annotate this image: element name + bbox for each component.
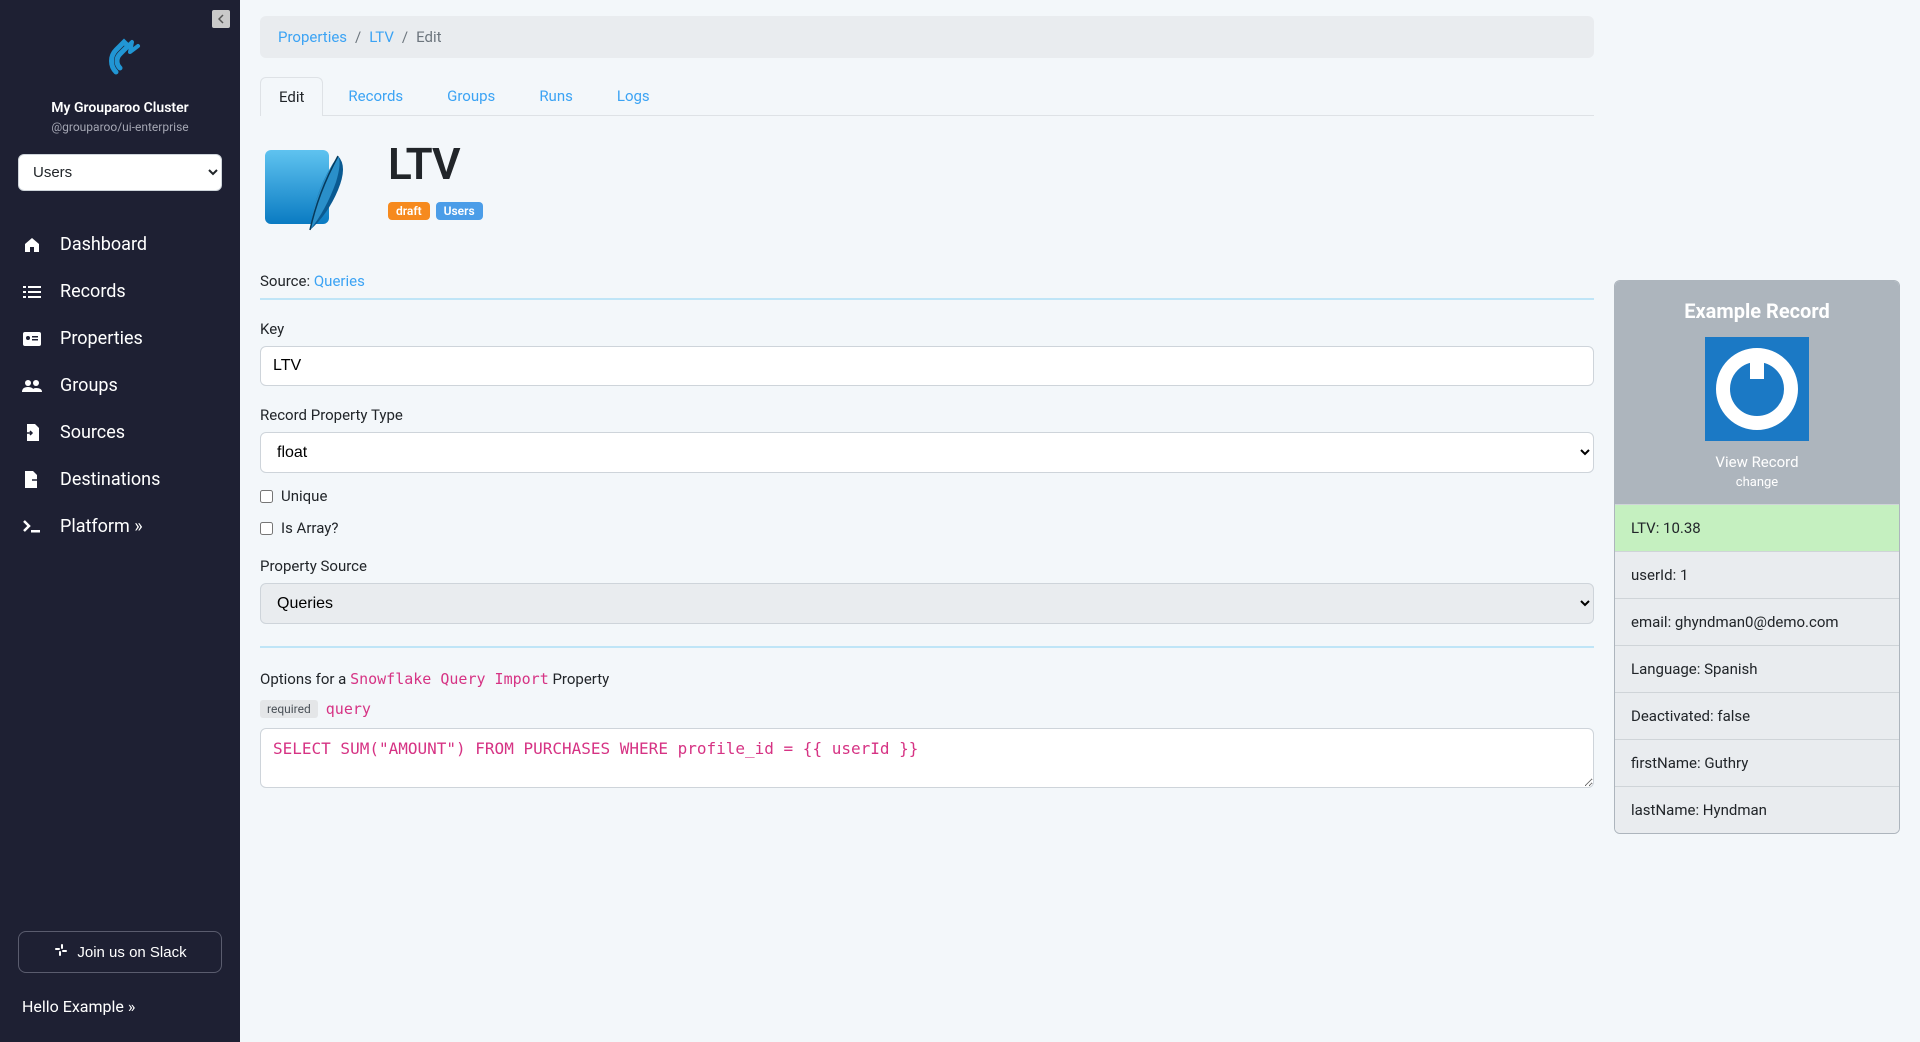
propsource-select[interactable]: Queries: [260, 583, 1594, 624]
cluster-subtitle: @grouparoo/ui-enterprise: [0, 120, 240, 134]
hello-user-link[interactable]: Hello Example »: [0, 973, 240, 1030]
page-title: LTV: [388, 138, 483, 190]
sidebar-item-properties[interactable]: Properties: [0, 315, 240, 362]
id-card-icon: [22, 332, 42, 346]
draft-badge: draft: [388, 202, 430, 220]
required-badge: required: [260, 700, 318, 718]
chevron-left-icon: [218, 14, 224, 24]
view-record-link[interactable]: View Record: [1625, 453, 1889, 471]
users-badge: Users: [436, 202, 483, 220]
list-icon: [22, 285, 42, 299]
breadcrumb-current: Edit: [416, 28, 441, 46]
tab-runs[interactable]: Runs: [520, 76, 592, 115]
isarray-label: Is Array?: [281, 519, 338, 537]
type-label: Record Property Type: [260, 406, 1594, 424]
sidebar-nav: Dashboard Records Properties Groups Sour…: [0, 221, 240, 550]
tab-groups[interactable]: Groups: [428, 76, 514, 115]
sidebar-item-label: Groups: [60, 375, 118, 396]
breadcrumb-ltv[interactable]: LTV: [369, 28, 394, 46]
breadcrumb: Properties / LTV / Edit: [260, 16, 1594, 58]
example-record-title: Example Record: [1625, 299, 1889, 323]
record-row: LTV: 10.38: [1615, 504, 1899, 551]
sidebar-collapse-button[interactable]: [212, 10, 230, 28]
sidebar-item-sources[interactable]: Sources: [0, 409, 240, 456]
terminal-icon: [22, 520, 42, 534]
options-prefix: Options for a: [260, 670, 350, 688]
record-row: lastName: Hyndman: [1615, 786, 1899, 833]
avatar: [1705, 337, 1809, 441]
change-record-link[interactable]: change: [1625, 475, 1889, 490]
source-link[interactable]: Queries: [314, 272, 365, 290]
grouparoo-logo-icon: [96, 32, 144, 80]
isarray-checkbox[interactable]: [260, 522, 273, 535]
divider: [260, 646, 1594, 648]
sidebar: My Grouparoo Cluster @grouparoo/ui-enter…: [0, 0, 240, 1042]
breadcrumb-separator: /: [355, 28, 361, 46]
sidebar-item-platform[interactable]: Platform »: [0, 503, 240, 550]
tabs: Edit Records Groups Runs Logs: [260, 76, 1594, 116]
snowflake-feather-icon: [260, 138, 360, 238]
record-row: email: ghyndman0@demo.com: [1615, 598, 1899, 645]
users-icon: [22, 379, 42, 393]
gravatar-icon: [1705, 337, 1809, 441]
sidebar-item-label: Dashboard: [60, 234, 147, 255]
type-select[interactable]: float: [260, 432, 1594, 473]
sidebar-item-destinations[interactable]: Destinations: [0, 456, 240, 503]
key-input[interactable]: [260, 346, 1594, 386]
unique-checkbox[interactable]: [260, 490, 273, 503]
file-export-icon: [22, 471, 42, 489]
slack-button-label: Join us on Slack: [77, 944, 186, 961]
tab-logs[interactable]: Logs: [598, 76, 669, 115]
record-row: userId: 1: [1615, 551, 1899, 598]
unique-label: Unique: [281, 487, 327, 505]
divider: [260, 298, 1594, 300]
logo: [0, 12, 240, 94]
cluster-name: My Grouparoo Cluster: [0, 100, 240, 116]
key-label: Key: [260, 320, 1594, 338]
sidebar-item-label: Properties: [60, 328, 143, 349]
options-code: Snowflake Query Import: [350, 670, 549, 688]
sidebar-item-groups[interactable]: Groups: [0, 362, 240, 409]
example-record-panel: Example Record View Record change LTV: 1…: [1614, 280, 1900, 1022]
sidebar-item-records[interactable]: Records: [0, 268, 240, 315]
sidebar-item-dashboard[interactable]: Dashboard: [0, 221, 240, 268]
sidebar-item-label: Sources: [60, 422, 125, 443]
tab-records[interactable]: Records: [329, 76, 422, 115]
breadcrumb-properties[interactable]: Properties: [278, 28, 347, 46]
tab-edit[interactable]: Edit: [260, 77, 323, 116]
model-select[interactable]: Users: [18, 154, 222, 191]
sidebar-item-label: Records: [60, 281, 126, 302]
file-import-icon: [22, 424, 42, 442]
sidebar-item-label: Destinations: [60, 469, 160, 490]
options-heading: Options for a Snowflake Query Import Pro…: [260, 670, 1594, 688]
source-label: Source:: [260, 272, 310, 290]
sidebar-item-label: Platform »: [60, 516, 143, 537]
query-textarea[interactable]: [260, 728, 1594, 788]
join-slack-button[interactable]: Join us on Slack: [18, 931, 222, 973]
home-icon: [22, 237, 42, 253]
record-row: Deactivated: false: [1615, 692, 1899, 739]
propsource-label: Property Source: [260, 557, 1594, 575]
breadcrumb-separator: /: [402, 28, 408, 46]
record-row: firstName: Guthry: [1615, 739, 1899, 786]
record-row: Language: Spanish: [1615, 645, 1899, 692]
options-suffix: Property: [549, 670, 610, 688]
query-label: query: [326, 700, 371, 718]
main-content: Properties / LTV / Edit Edit Records Gro…: [240, 0, 1920, 1042]
source-app-icon: [260, 138, 360, 238]
slack-icon: [53, 942, 69, 962]
